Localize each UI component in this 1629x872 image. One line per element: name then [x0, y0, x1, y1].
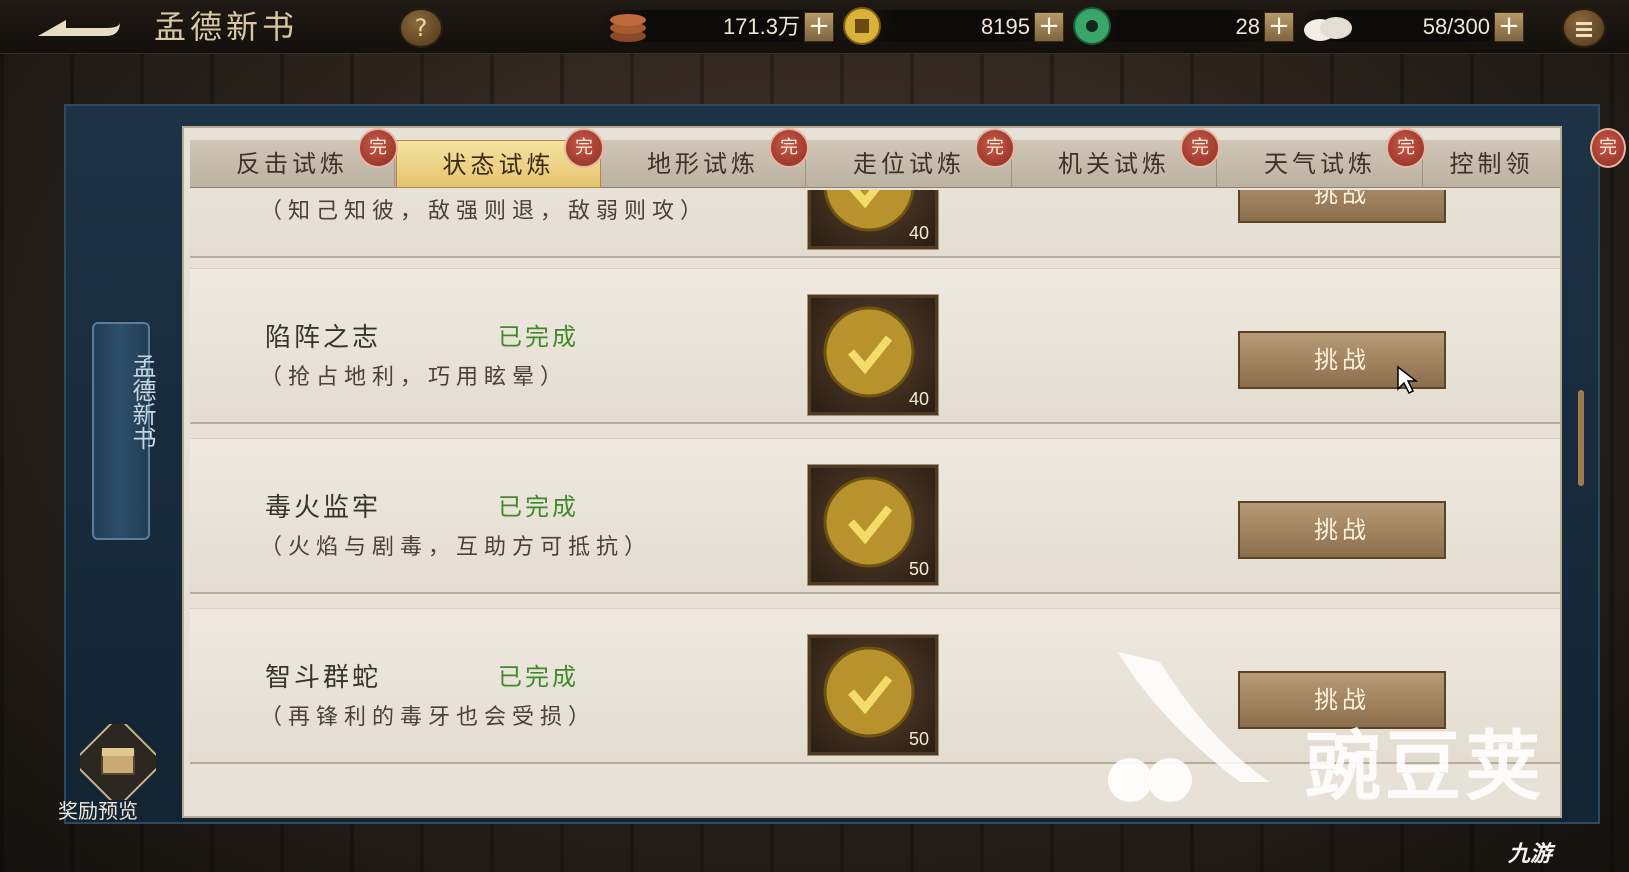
bun-icon	[1298, 6, 1356, 46]
coins-value: 171.3万	[722, 14, 800, 39]
stamina-value: 58/300	[1422, 14, 1490, 39]
gold-coin-icon	[840, 6, 884, 46]
side-banner-label: 孟德新书	[128, 354, 156, 450]
add-coins-button[interactable]: +	[804, 12, 834, 42]
add-jade-button[interactable]: +	[1264, 12, 1294, 42]
trial-description: （抢占地利，巧用眩晕）	[260, 365, 569, 390]
menu-icon-line	[1576, 28, 1592, 31]
list-item: （知己知彼，敌强则退，敌弱则攻） 40 挑战	[190, 190, 1560, 258]
trial-status: 已完成	[498, 323, 579, 351]
list-item: 毒火监牢 已完成 （火焰与剧毒，互助方可抵抗） 50 挑战	[190, 438, 1560, 594]
help-button[interactable]: ?	[399, 8, 443, 48]
reward-count: 50	[908, 559, 929, 579]
trial-status: 已完成	[498, 663, 579, 691]
reward-item[interactable]: 50	[807, 464, 939, 586]
tab-control-trial[interactable]: 控制领	[1423, 140, 1560, 188]
complete-badge: 完	[1180, 128, 1220, 168]
menu-button[interactable]	[1562, 8, 1606, 48]
menu-icon	[1576, 22, 1592, 25]
complete-badge: 完	[564, 128, 604, 168]
watermark-text: 豌豆荚	[1305, 722, 1545, 811]
complete-badge: 完	[1386, 128, 1426, 168]
scrollbar[interactable]	[1578, 390, 1584, 486]
jade-value: 28	[1235, 14, 1260, 39]
mouse-cursor-icon	[1397, 365, 1418, 395]
complete-badge: 完	[769, 128, 809, 168]
reward-count: 40	[908, 223, 929, 243]
trial-description: （知己知彼，敌强则退，敌弱则攻）	[260, 199, 709, 224]
trial-list[interactable]: （知己知彼，敌强则退，敌弱则攻） 40 挑战 陷阵之志 已完成 （抢占地利，巧用…	[190, 190, 1560, 782]
reward-item[interactable]: 50	[807, 634, 939, 756]
reward-item[interactable]: 40	[807, 190, 939, 250]
gold-value: 8195	[981, 14, 1030, 39]
copper-coins-icon	[606, 6, 650, 46]
page-title: 孟德新书	[154, 8, 299, 46]
side-banner: 孟德新书	[92, 322, 156, 540]
back-button[interactable]	[36, 14, 122, 42]
reward-count: 40	[908, 389, 929, 409]
trial-name: 毒火监牢	[265, 493, 382, 523]
corner-logo: 九游	[1508, 842, 1553, 867]
scrollbar-thumb[interactable]	[1578, 390, 1584, 486]
complete-badge: 完	[975, 128, 1015, 168]
list-item: 陷阵之志 已完成 （抢占地利，巧用眩晕） 40 挑战	[190, 268, 1560, 424]
reward-preview-button[interactable]	[71, 715, 165, 809]
back-arrow-icon	[38, 20, 120, 36]
jade-disc-icon	[1070, 6, 1114, 46]
challenge-button[interactable]: 挑战	[1238, 190, 1446, 223]
challenge-button[interactable]: 挑战	[1238, 501, 1446, 559]
reward-item[interactable]: 40	[807, 294, 939, 416]
trial-description: （火焰与剧毒，互助方可抵抗）	[260, 535, 653, 560]
reward-preview-label: 奖励预览	[58, 799, 138, 823]
trial-name: 智斗群蛇	[265, 663, 382, 693]
trial-status: 已完成	[498, 493, 579, 521]
trial-name: 陷阵之志	[265, 323, 382, 353]
treasure-chest-icon	[71, 715, 165, 809]
add-gold-button[interactable]: +	[1034, 12, 1064, 42]
complete-badge: 完	[1590, 128, 1626, 168]
menu-icon-line	[1576, 34, 1592, 37]
trial-description: （再锋利的毒牙也会受损）	[260, 705, 597, 730]
complete-badge: 完	[358, 128, 398, 168]
add-stamina-button[interactable]: +	[1494, 12, 1524, 42]
reward-count: 50	[908, 729, 929, 749]
